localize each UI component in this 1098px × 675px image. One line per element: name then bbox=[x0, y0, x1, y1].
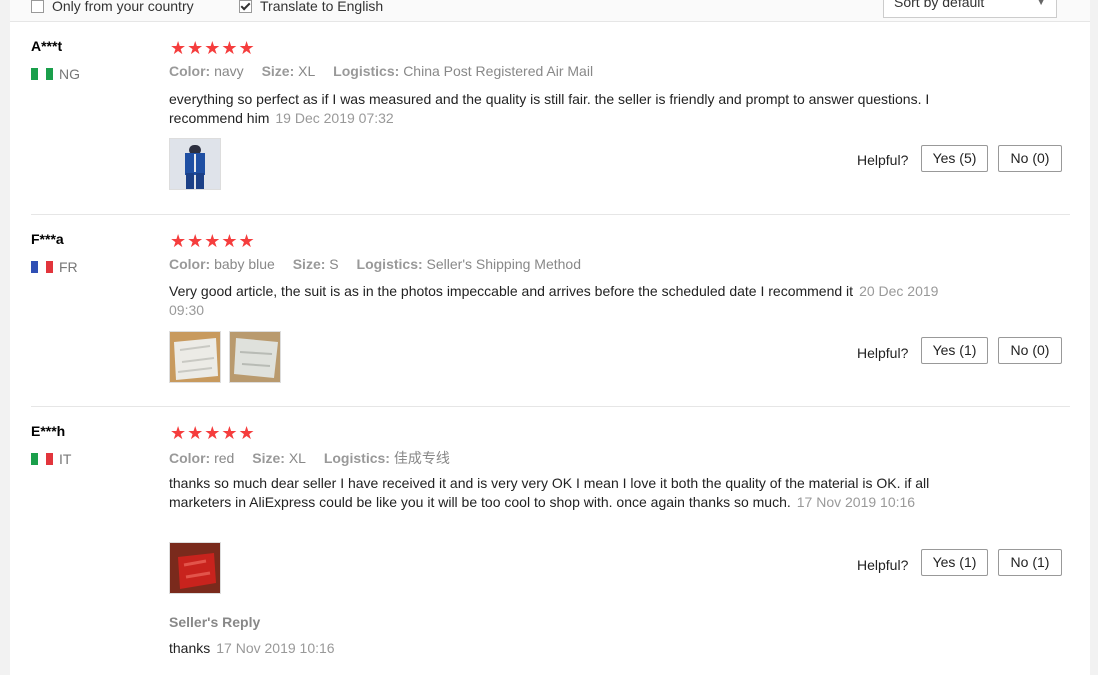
review-text: thanks so much dear seller I have receiv… bbox=[169, 474, 969, 512]
seller-reply-heading: Seller's Reply bbox=[169, 614, 261, 630]
reviewer-name: E***h bbox=[31, 423, 66, 439]
reviewer-name: F***a bbox=[31, 231, 64, 247]
review-attributes: Color: red Size: XL Logistics: 佳成专线 bbox=[169, 448, 450, 468]
flag-fr-icon bbox=[31, 261, 53, 273]
size-value: S bbox=[329, 256, 339, 272]
color-label: Color: bbox=[169, 63, 211, 79]
only-country-label: Only from your country bbox=[52, 0, 194, 14]
flag-it-icon bbox=[31, 453, 53, 465]
review-divider bbox=[31, 214, 1070, 215]
country-code: IT bbox=[59, 451, 72, 467]
reviews-panel: Only from your country Translate to Engl… bbox=[10, 0, 1090, 675]
size-label: Size: bbox=[261, 63, 295, 79]
only-country-filter[interactable]: Only from your country bbox=[31, 0, 194, 14]
logistics-value: 佳成专线 bbox=[393, 450, 450, 466]
star-rating: ★★★★★ bbox=[170, 231, 256, 251]
helpful-yes-button[interactable]: Yes (1) bbox=[921, 549, 988, 576]
helpful-label: Helpful? bbox=[857, 345, 909, 361]
logistics-label: Logistics: bbox=[333, 63, 400, 79]
review-photo[interactable] bbox=[169, 331, 221, 383]
helpful-no-button[interactable]: No (0) bbox=[998, 337, 1062, 364]
filter-bar: Only from your country Translate to Engl… bbox=[10, 0, 1090, 22]
size-value: XL bbox=[298, 63, 316, 79]
star-rating: ★★★★★ bbox=[170, 423, 256, 443]
seller-reply-date: 17 Nov 2019 10:16 bbox=[216, 640, 335, 656]
review-photo[interactable] bbox=[169, 138, 221, 190]
color-value: navy bbox=[214, 63, 244, 79]
helpful-label: Helpful? bbox=[857, 152, 909, 168]
color-label: Color: bbox=[169, 256, 211, 272]
size-label: Size: bbox=[252, 450, 285, 466]
reviewer-country: FR bbox=[31, 259, 78, 275]
review-photo[interactable] bbox=[229, 331, 281, 383]
country-code: FR bbox=[59, 259, 78, 275]
star-rating: ★★★★★ bbox=[170, 38, 256, 58]
seller-reply-text: thanks bbox=[169, 640, 211, 656]
review-date: 17 Nov 2019 10:16 bbox=[796, 494, 916, 510]
review-text: everything so perfect as if I was measur… bbox=[169, 90, 969, 128]
sort-dropdown[interactable]: Sort by default ▼ bbox=[883, 0, 1057, 18]
logistics-label: Logistics: bbox=[323, 450, 390, 466]
country-code: NG bbox=[59, 66, 80, 82]
review-attributes: Color: baby blue Size: S Logistics: Sell… bbox=[169, 256, 581, 272]
color-label: Color: bbox=[169, 450, 211, 466]
size-value: XL bbox=[288, 450, 306, 466]
review-body: Very good article, the suit is as in the… bbox=[169, 283, 854, 299]
sort-value: Sort by default bbox=[894, 0, 985, 10]
helpful-no-button[interactable]: No (0) bbox=[998, 145, 1062, 172]
reviewer-country: NG bbox=[31, 66, 80, 82]
color-value: baby blue bbox=[214, 256, 275, 272]
helpful-yes-button[interactable]: Yes (1) bbox=[921, 337, 988, 364]
review-text: Very good article, the suit is as in the… bbox=[169, 282, 969, 320]
review-divider bbox=[31, 406, 1070, 407]
chevron-down-icon: ▼ bbox=[1036, 0, 1046, 8]
helpful-no-button[interactable]: No (1) bbox=[998, 549, 1062, 576]
flag-ng-icon bbox=[31, 68, 53, 80]
size-label: Size: bbox=[292, 256, 326, 272]
seller-reply: thanks 17 Nov 2019 10:16 bbox=[169, 640, 335, 656]
translate-label: Translate to English bbox=[260, 0, 384, 14]
logistics-label: Logistics: bbox=[356, 256, 423, 272]
logistics-value: Seller's Shipping Method bbox=[426, 256, 581, 272]
reviewer-country: IT bbox=[31, 451, 71, 467]
reviewer-name: A***t bbox=[31, 38, 63, 54]
helpful-yes-button[interactable]: Yes (5) bbox=[921, 145, 988, 172]
translate-checkbox[interactable] bbox=[239, 0, 252, 13]
logistics-value: China Post Registered Air Mail bbox=[403, 63, 594, 79]
review-date: 19 Dec 2019 07:32 bbox=[275, 110, 394, 126]
review-photo[interactable] bbox=[169, 542, 221, 594]
review-attributes: Color: navy Size: XL Logistics: China Po… bbox=[169, 63, 593, 79]
color-value: red bbox=[214, 450, 235, 466]
only-country-checkbox[interactable] bbox=[31, 0, 44, 13]
translate-filter[interactable]: Translate to English bbox=[239, 0, 383, 14]
helpful-label: Helpful? bbox=[857, 557, 909, 573]
